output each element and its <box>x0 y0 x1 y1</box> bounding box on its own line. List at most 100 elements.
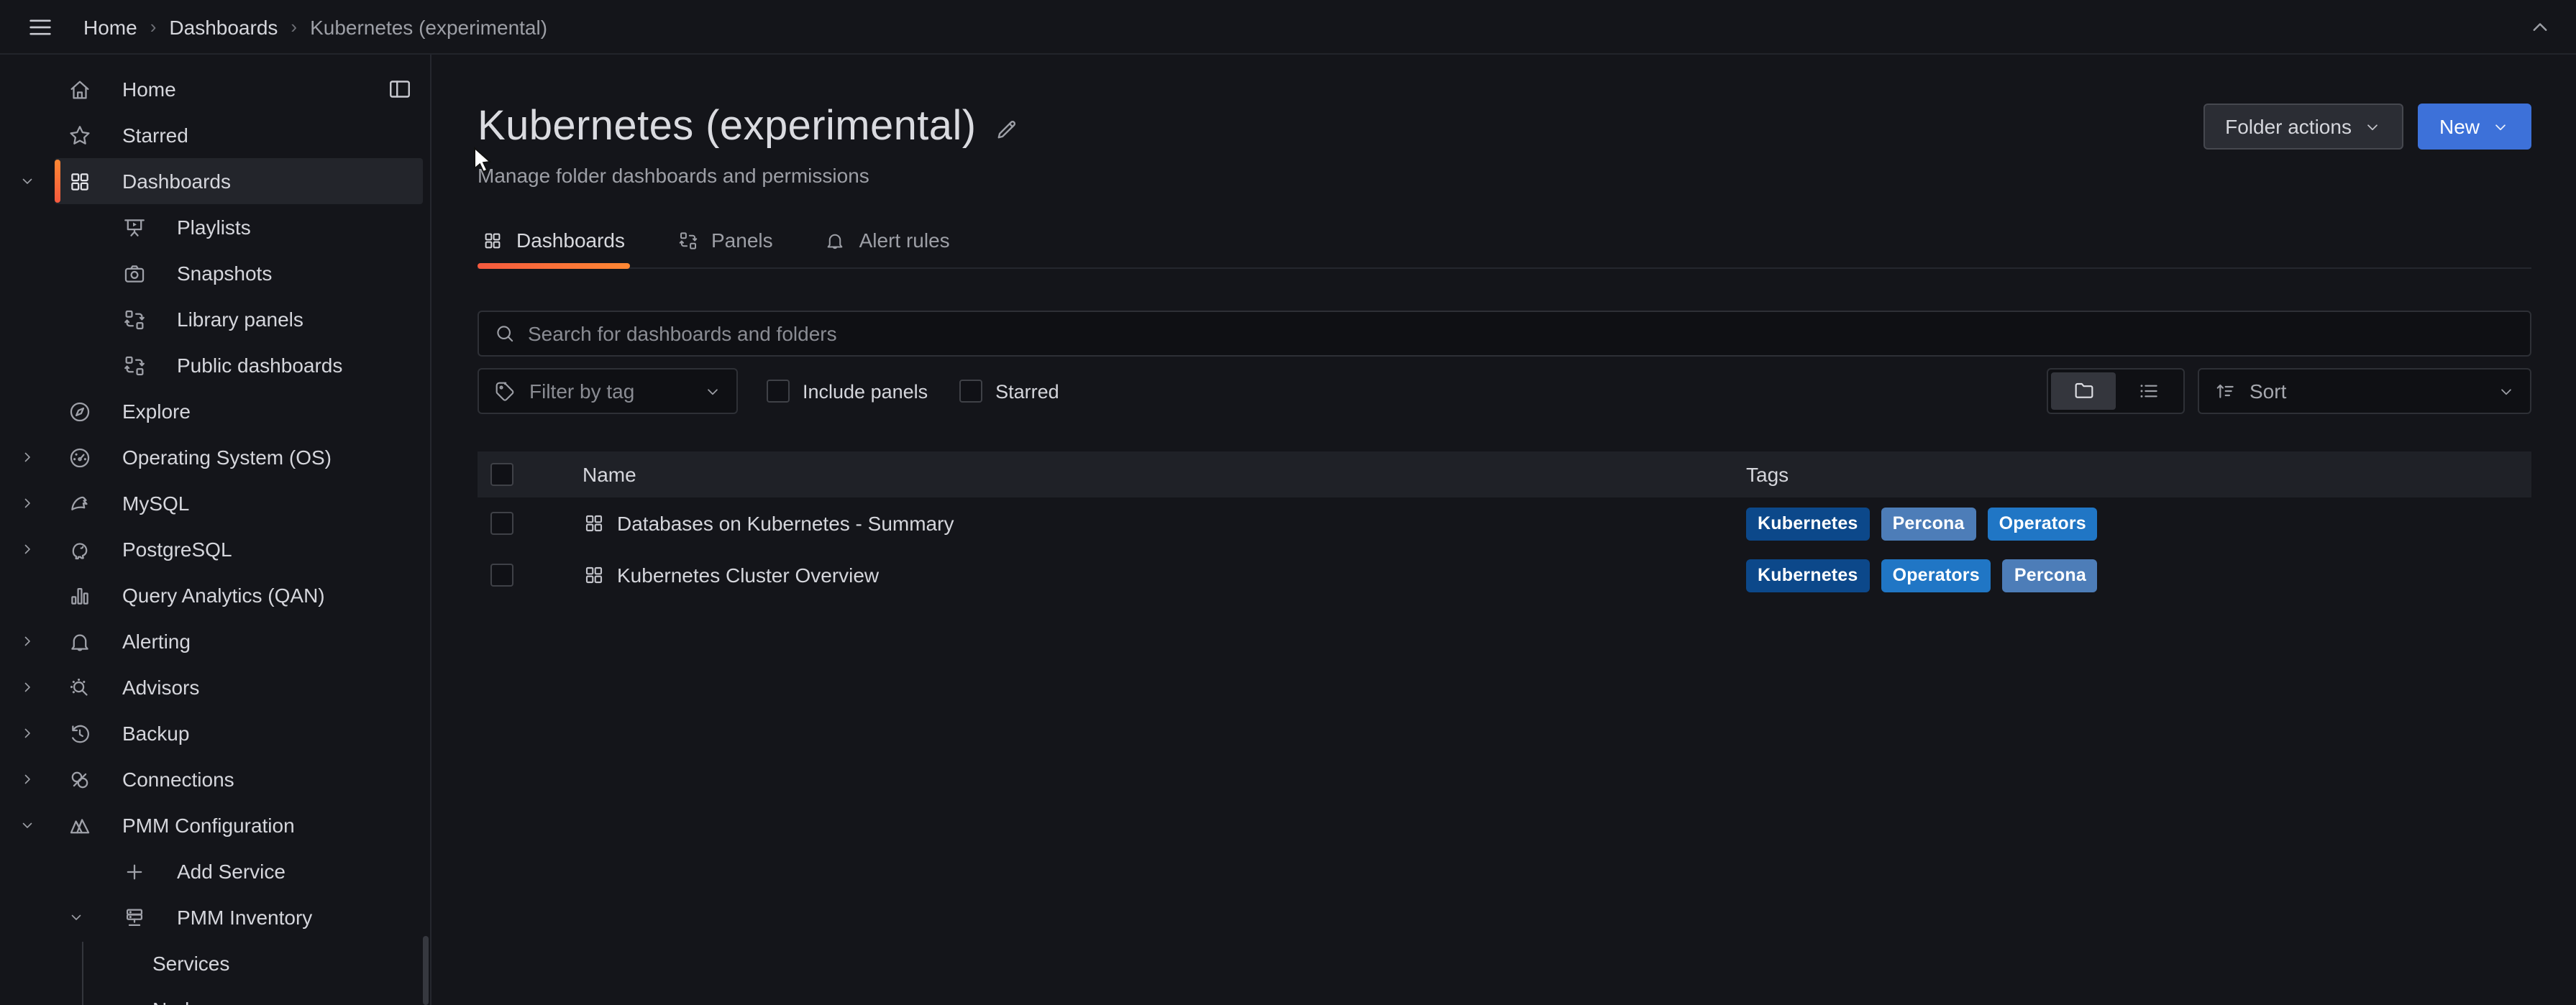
folder-icon <box>2072 380 2095 403</box>
sidebar-link-query-analytics-qan[interactable]: Query Analytics (QAN) <box>55 572 423 618</box>
sidebar-link-postgresql[interactable]: PostgreSQL <box>55 526 423 572</box>
new-button[interactable]: New <box>2418 104 2531 150</box>
sidebar-link-backup[interactable]: Backup <box>55 710 423 756</box>
sidebar-link-nodes[interactable]: Nodes <box>55 986 423 1005</box>
sidebar-link-advisors[interactable]: Advisors <box>55 664 423 710</box>
row-checkbox[interactable] <box>490 512 513 535</box>
list-view-button[interactable] <box>2116 372 2180 410</box>
library-icon <box>122 353 147 377</box>
tab-panels[interactable]: Panels <box>672 224 777 267</box>
sidebar-item-explore: Explore <box>0 388 430 434</box>
include-panels-checkbox[interactable] <box>767 380 790 403</box>
sidebar-link-dashboards[interactable]: Dashboards <box>55 158 423 204</box>
list-icon <box>2137 380 2160 403</box>
sidebar-link-connections[interactable]: Connections <box>55 756 423 802</box>
sidebar-item-label: Playlists <box>177 216 251 239</box>
folder-view-button[interactable] <box>2051 372 2116 410</box>
search-icon <box>493 322 516 345</box>
chevron-right-icon[interactable] <box>19 449 36 466</box>
sidebar-item-label: Operating System (OS) <box>122 446 332 469</box>
starred-checkbox-group: Starred <box>959 380 1059 403</box>
filter-row: Filter by tag Include panels Starred <box>478 368 2531 414</box>
row-checkbox[interactable] <box>490 564 513 587</box>
sidebar-link-snapshots[interactable]: Snapshots <box>55 250 423 296</box>
tag-kubernetes[interactable]: Kubernetes <box>1746 559 1870 592</box>
apps-icon <box>583 564 606 587</box>
chevron-right-icon <box>19 495 36 512</box>
sort-icon <box>2214 380 2237 403</box>
starred-checkbox[interactable] <box>959 380 982 403</box>
dashboard-link[interactable]: Databases on Kubernetes - Summary <box>617 512 954 535</box>
sidebar-scrollbar[interactable] <box>423 936 429 1005</box>
sidebar-link-pmm-configuration[interactable]: PMM Configuration <box>55 802 423 848</box>
tab-dashboards[interactable]: Dashboards <box>478 224 629 267</box>
chevron-right-icon[interactable] <box>19 495 36 512</box>
chevron-right-icon[interactable] <box>19 633 36 650</box>
sidebar-link-playlists[interactable]: Playlists <box>55 204 423 250</box>
sidebar-link-pmm-inventory[interactable]: PMM Inventory <box>55 894 423 940</box>
star-icon <box>68 123 92 147</box>
chevron-right-icon <box>19 725 36 742</box>
select-all-checkbox[interactable] <box>490 463 513 486</box>
chevron-down-icon <box>2491 117 2510 136</box>
sidebar-link-library-panels[interactable]: Library panels <box>55 296 423 342</box>
breadcrumb-item[interactable]: Dashboards <box>169 15 278 38</box>
sidebar-item-nodes: Nodes <box>0 986 430 1005</box>
history-icon <box>68 721 92 745</box>
sidebar-link-alerting[interactable]: Alerting <box>55 618 423 664</box>
library-icon <box>122 307 147 331</box>
sidebar-link-public-dashboards[interactable]: Public dashboards <box>55 342 423 388</box>
view-mode-toggle <box>2047 368 2185 414</box>
sidebar-link-add-service[interactable]: Add Service <box>55 848 423 894</box>
library-icon <box>677 229 698 251</box>
menu-icon[interactable] <box>26 12 55 41</box>
sidebar-item-query-analytics-qan: Query Analytics (QAN) <box>0 572 430 618</box>
tag-percona[interactable]: Percona <box>1881 507 1976 540</box>
include-panels-label: Include panels <box>803 380 928 402</box>
apps-icon <box>583 512 606 535</box>
filter-by-tag-select[interactable]: Filter by tag <box>478 368 738 414</box>
table-row[interactable]: Kubernetes Cluster Overview Kubernetes Ope… <box>478 549 2531 601</box>
dock-icon <box>387 76 413 102</box>
tag-kubernetes[interactable]: Kubernetes <box>1746 507 1870 540</box>
tag-percona[interactable]: Percona <box>2003 559 2098 592</box>
tag-operators[interactable]: Operators <box>1881 559 1991 592</box>
search-input[interactable] <box>528 322 2516 345</box>
chevron-right-icon <box>19 449 36 466</box>
chevron-right-icon[interactable] <box>19 771 36 788</box>
sidebar-link-services[interactable]: Services <box>55 940 423 986</box>
dock-icon[interactable] <box>387 76 413 102</box>
sidebar-item-mysql: MySQL <box>0 480 430 526</box>
tab-alert-rules[interactable]: Alert rules <box>821 224 954 267</box>
chevron-right-icon[interactable] <box>19 725 36 742</box>
chevron-right-icon[interactable] <box>19 541 36 558</box>
sidebar-item-label: PMM Inventory <box>177 906 312 929</box>
folder-actions-button[interactable]: Folder actions <box>2203 104 2403 150</box>
chevron-down-icon[interactable] <box>19 817 36 834</box>
sort-select[interactable]: Sort <box>2198 368 2531 414</box>
indent-guide <box>82 942 83 1005</box>
menu-icon <box>26 12 55 41</box>
sidebar-item-label: Backup <box>122 722 189 745</box>
sidebar-link-home[interactable]: Home <box>55 66 423 112</box>
tag-operators[interactable]: Operators <box>1988 507 2098 540</box>
edit-title-icon[interactable] <box>993 116 1019 142</box>
chevron-down-icon <box>2491 117 2510 136</box>
table-row[interactable]: Databases on Kubernetes - Summary Kuberne… <box>478 497 2531 549</box>
sidebar-link-starred[interactable]: Starred <box>55 112 423 158</box>
chevron-down-icon <box>2363 117 2382 136</box>
dashboard-link[interactable]: Kubernetes Cluster Overview <box>617 564 879 587</box>
sidebar-link-operating-system-os[interactable]: Operating System (OS) <box>55 434 423 480</box>
chevron-up-icon[interactable] <box>2527 14 2553 40</box>
breadcrumb-item[interactable]: Home <box>83 15 137 38</box>
sidebar-link-explore[interactable]: Explore <box>55 388 423 434</box>
column-header-tags[interactable]: Tags <box>1746 463 2531 486</box>
page-header: Kubernetes (experimental) Manage folder … <box>478 104 2531 187</box>
sort-icon <box>2214 380 2237 403</box>
chevron-down-icon[interactable] <box>19 173 36 190</box>
chevron-right-icon[interactable] <box>19 679 36 696</box>
sidebar-link-mysql[interactable]: MySQL <box>55 480 423 526</box>
column-header-name[interactable]: Name <box>583 463 1746 486</box>
compass-icon <box>68 399 92 423</box>
chevron-right-icon <box>19 541 36 558</box>
